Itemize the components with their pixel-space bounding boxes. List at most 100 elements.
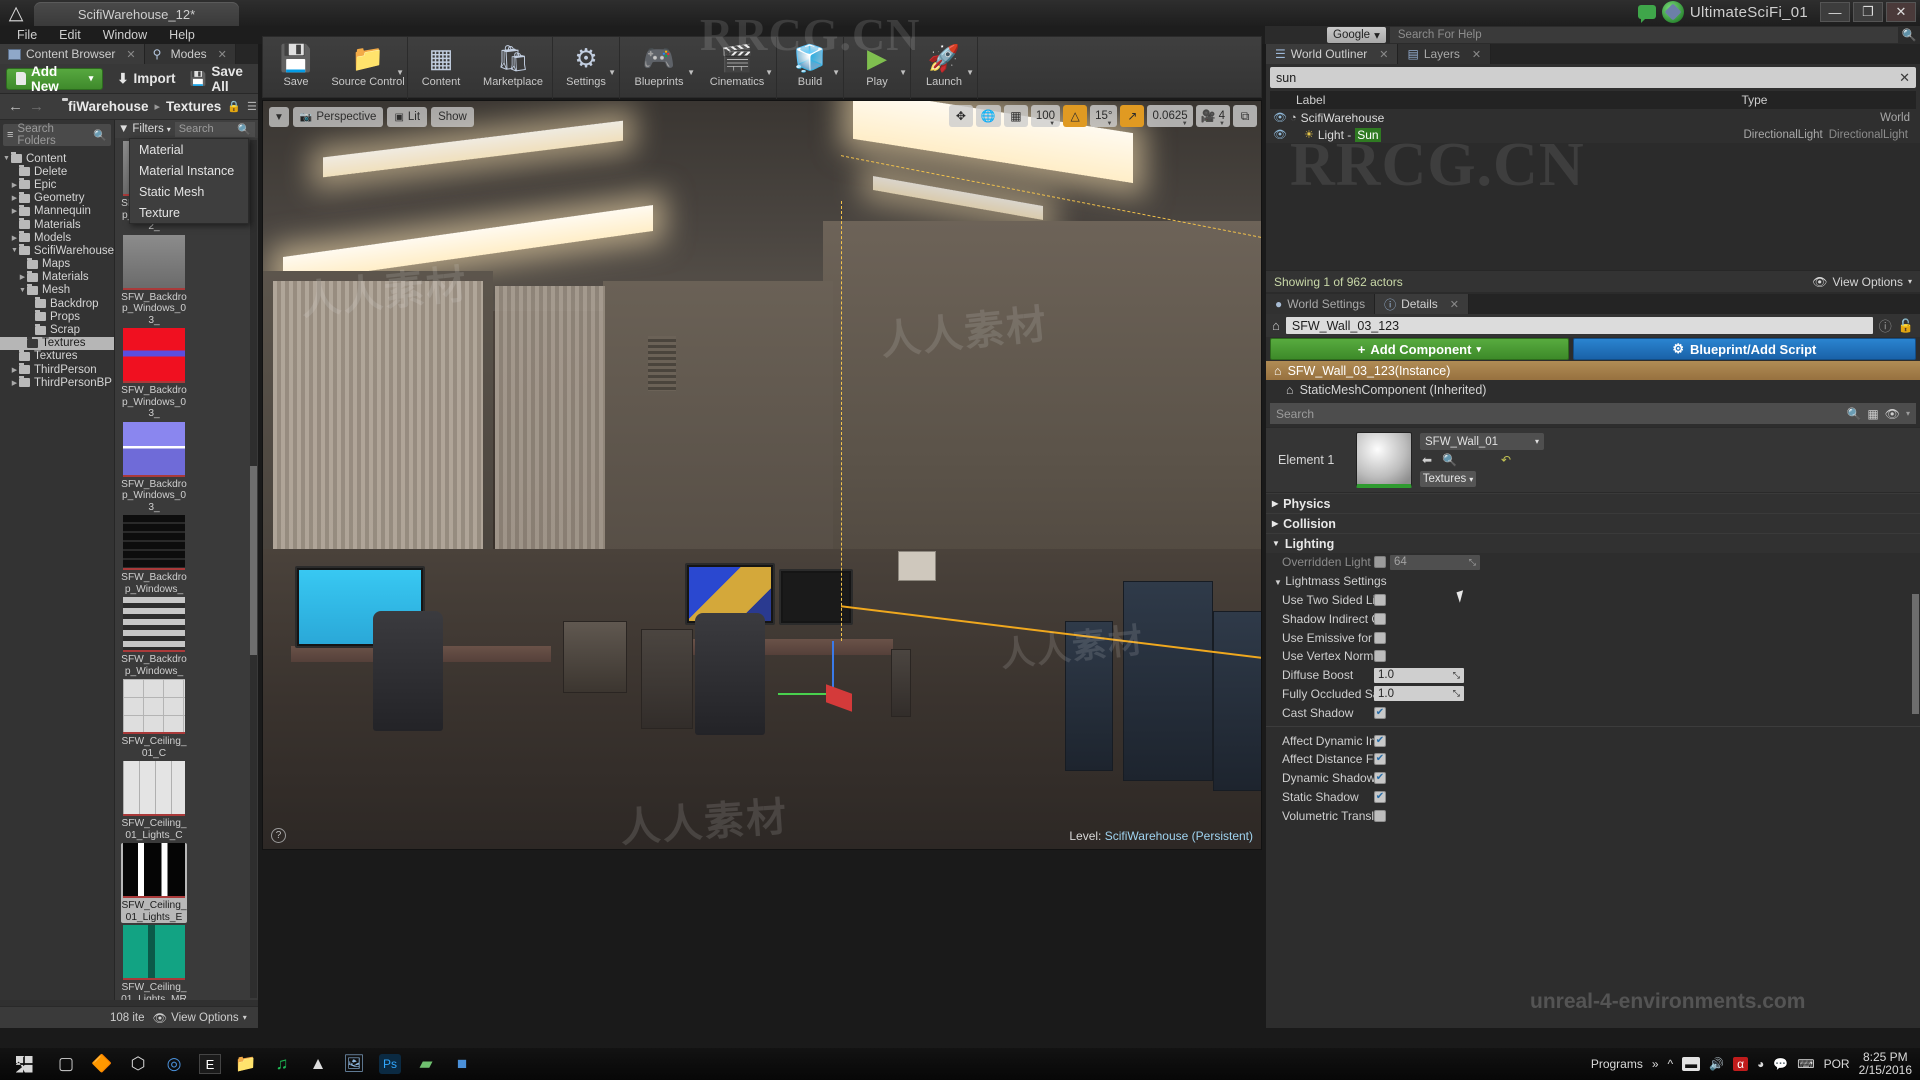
breadcrumb-current[interactable]: Textures bbox=[166, 99, 221, 114]
eye-icon[interactable]: 👁 bbox=[1270, 128, 1290, 141]
windows-start-icon[interactable] bbox=[0, 1048, 48, 1080]
viewport-value-100-button[interactable]: 100 ▼ bbox=[1030, 105, 1061, 127]
taskbar-chrome-icon[interactable]: ◎ bbox=[156, 1048, 192, 1080]
section-physics[interactable]: ▶ Physics bbox=[1266, 493, 1920, 513]
material-thumbnail[interactable] bbox=[1356, 432, 1412, 488]
folder-tree-item-textures[interactable]: Textures bbox=[0, 349, 114, 363]
column-type[interactable]: Type bbox=[1645, 93, 1865, 107]
eye-icon[interactable]: 👁 bbox=[1885, 407, 1900, 421]
tab-modes[interactable]: ⚲ Modes ✕ bbox=[144, 44, 236, 64]
nav-back-icon[interactable]: ← bbox=[8, 98, 23, 115]
close-icon[interactable]: ✕ bbox=[1379, 48, 1388, 61]
property-number-field[interactable]: 64 ⤡ bbox=[1390, 554, 1480, 570]
close-icon[interactable]: ✕ bbox=[1450, 298, 1459, 311]
toolbar-content-button[interactable]: ▦ Content bbox=[408, 37, 474, 99]
search-icon[interactable]: 🔍 bbox=[1442, 453, 1457, 467]
tree-expand-icon[interactable]: ≡ bbox=[7, 129, 13, 141]
property-number-field[interactable]: 1.0 ⤡ bbox=[1374, 686, 1464, 702]
menu-edit[interactable]: Edit bbox=[48, 26, 92, 44]
property-checkbox[interactable]: ✔ bbox=[1374, 734, 1386, 747]
taskbar-substance-icon[interactable]: ▰ bbox=[408, 1048, 444, 1080]
level-viewport[interactable]: ▼ 📷 Perspective ▣ Lit Show ✥ 🌐 ▦ 100 ▼ △ 15° ▼ ↗ 0.062… bbox=[262, 100, 1262, 850]
view-options-button[interactable]: 👁 View Options ▾ bbox=[153, 1011, 247, 1025]
eye-icon[interactable]: 👁 bbox=[1270, 111, 1290, 124]
folder-tree-item-backdrop[interactable]: Backdrop bbox=[0, 297, 114, 310]
chevron-down-icon[interactable]: ▼ bbox=[396, 68, 404, 77]
taskbar-file-explorer-icon[interactable]: 📁 bbox=[228, 1048, 264, 1080]
chevron-down-icon[interactable]: ▼ bbox=[18, 287, 27, 294]
chevron-right-icon[interactable]: ▶ bbox=[10, 181, 19, 189]
outliner-row[interactable]: 👁 ☀ Light - Sun DirectionalLight Directional… bbox=[1270, 126, 1916, 143]
folder-tree-item-textures[interactable]: Textures bbox=[0, 336, 114, 350]
chevron-down-icon[interactable]: ▼ bbox=[966, 68, 974, 77]
folder-tree-item-materials[interactable]: Materials bbox=[0, 218, 114, 231]
chevron-right-icon[interactable]: ▶ bbox=[10, 207, 19, 215]
asset-tile[interactable]: SFW_Backdrop_Windows_03_ bbox=[121, 328, 187, 420]
asset-tile[interactable]: SFW_Ceiling_01_Lights_E bbox=[121, 843, 187, 923]
folder-tree-item-materials[interactable]: ▶ Materials bbox=[0, 270, 114, 284]
chevron-down-icon[interactable]: ▼ bbox=[10, 247, 19, 254]
property-checkbox[interactable]: ✔ bbox=[1374, 753, 1386, 766]
arrow-left-icon[interactable]: ⬅ bbox=[1422, 453, 1432, 467]
column-label[interactable]: Label bbox=[1270, 93, 1645, 107]
panel-options-icon[interactable]: ☰ bbox=[247, 100, 257, 113]
display-icon[interactable]: ▬ bbox=[1682, 1057, 1701, 1071]
property-checkbox[interactable]: ✔ bbox=[1374, 593, 1386, 606]
language-indicator[interactable]: POR bbox=[1824, 1057, 1850, 1071]
unlock-icon[interactable]: 🔓 bbox=[1898, 318, 1914, 334]
taskbar-other-app-icon[interactable]: ■ bbox=[444, 1048, 480, 1080]
viewport-world-icon-button[interactable]: 🌐 bbox=[975, 105, 1001, 127]
asset-search-input[interactable]: Search 🔍 bbox=[174, 121, 255, 137]
filters-button[interactable]: ▼ Filters ▾ bbox=[118, 123, 171, 135]
asset-tile[interactable]: SFW_Ceiling_01_C bbox=[121, 679, 187, 759]
chevron-down-icon[interactable]: ▼ bbox=[1049, 121, 1055, 127]
property-number-field[interactable]: 1.0 ⤡ bbox=[1374, 667, 1464, 683]
asset-tile[interactable]: SFW_Backdrop_Windows_ bbox=[121, 515, 187, 595]
taskbar-firefox-icon[interactable]: 🔶 bbox=[84, 1048, 120, 1080]
property-checkbox[interactable]: ✔ bbox=[1374, 706, 1386, 719]
chevron-down-icon[interactable]: ▼ bbox=[2, 155, 11, 162]
spinner-icon[interactable]: ⤡ bbox=[1469, 557, 1476, 568]
viewport-value-0.0625-button[interactable]: 0.0625 ▼ bbox=[1147, 105, 1193, 127]
folder-tree-item-delete[interactable]: Delete bbox=[0, 165, 114, 178]
viewport-value-15°-button[interactable]: 15° ▼ bbox=[1090, 105, 1118, 127]
viewport-show-button[interactable]: Show bbox=[431, 107, 474, 127]
component-row-staticmesh[interactable]: ⌂ StaticMeshComponent (Inherited) bbox=[1266, 380, 1920, 399]
taskbar-unreal-engine-icon[interactable]: ▲ bbox=[300, 1048, 336, 1080]
viewport-scale-snap-icon-button[interactable]: ↗ bbox=[1120, 105, 1145, 127]
chevron-down-icon[interactable]: ▾ bbox=[1906, 409, 1910, 418]
taskbar-photoshop-icon[interactable]: Ps bbox=[379, 1054, 401, 1074]
clock[interactable]: 8:25 PM 2/15/2016 bbox=[1859, 1051, 1912, 1077]
asset-grid-scrollbar[interactable] bbox=[250, 140, 257, 998]
toolbar-cinematics-button[interactable]: 🎬 Cinematics ▼ bbox=[698, 37, 776, 99]
toolbar-save-button[interactable]: 💾 Save bbox=[263, 37, 329, 99]
filter-option-material[interactable]: Material bbox=[130, 139, 248, 160]
chevron-down-icon[interactable]: ▼ bbox=[1219, 121, 1225, 127]
folder-tree-item-content[interactable]: ▼ Content bbox=[0, 152, 114, 165]
menu-window[interactable]: Window bbox=[92, 26, 158, 44]
property-checkbox[interactable]: ✔ bbox=[1374, 809, 1386, 822]
close-button[interactable]: ✕ bbox=[1886, 2, 1916, 22]
section-lighting[interactable]: ▼ Lighting bbox=[1266, 533, 1920, 553]
viewport-translate-icon-button[interactable]: ✥ bbox=[948, 105, 973, 127]
outliner-row[interactable]: 👁 ◔ ScifiWarehouse World bbox=[1270, 109, 1916, 126]
menu-file[interactable]: File bbox=[6, 26, 48, 44]
folder-tree-item-mesh[interactable]: ▼ Mesh bbox=[0, 283, 114, 297]
viewport-lit-button[interactable]: ▣ Lit bbox=[387, 107, 428, 127]
outliner-view-options-button[interactable]: 👁 View Options ▾ bbox=[1812, 275, 1912, 289]
viewport-angle-snap-icon-button[interactable]: △ bbox=[1063, 105, 1088, 127]
wifi-icon[interactable]: ◕ bbox=[1757, 1057, 1764, 1071]
blueprint-script-button[interactable]: ⚙ Blueprint/Add Script bbox=[1572, 338, 1916, 360]
lock-icon[interactable]: 🔒 bbox=[227, 100, 241, 113]
folder-tree-item-epic[interactable]: ▶ Epic bbox=[0, 178, 114, 191]
volume-icon[interactable]: 🔊 bbox=[1709, 1057, 1724, 1071]
details-scrollbar[interactable] bbox=[1912, 594, 1919, 714]
section-collision[interactable]: ▶ Collision bbox=[1266, 513, 1920, 533]
close-icon[interactable]: ✕ bbox=[126, 48, 135, 61]
viewport-options-button[interactable]: ▼ bbox=[269, 107, 289, 127]
toolbar-play-button[interactable]: ▶ Play ▼ bbox=[844, 37, 910, 99]
search-icon[interactable]: 🔍 bbox=[1898, 28, 1920, 42]
toolbar-launch-button[interactable]: 🚀 Launch ▼ bbox=[911, 37, 977, 99]
asset-tile[interactable]: SFW_Ceiling_01_Lights_MRE bbox=[121, 925, 187, 1000]
viewport-grid-snap-icon-button[interactable]: ▦ bbox=[1003, 105, 1028, 127]
